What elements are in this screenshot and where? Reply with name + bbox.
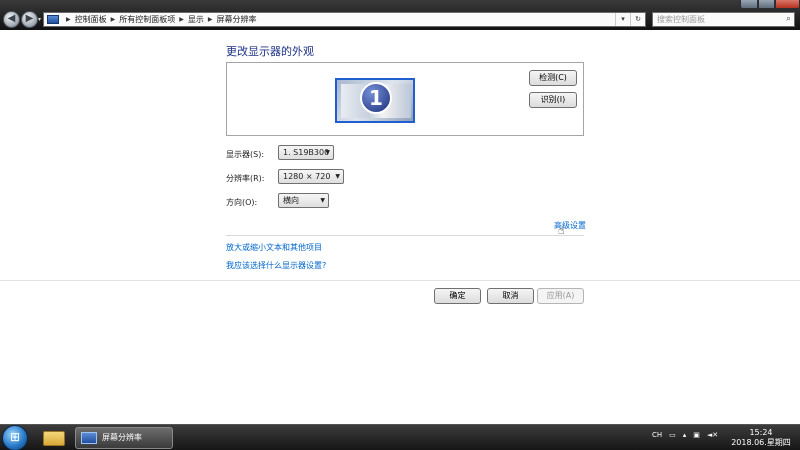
page-title: 更改显示器的外观	[226, 45, 314, 58]
close-button[interactable]	[775, 0, 800, 9]
divider	[0, 280, 800, 281]
monitor-number-badge: 1	[360, 82, 392, 114]
chevron-right-icon[interactable]: ▶	[66, 16, 71, 23]
task-label: 屏幕分辨率	[102, 433, 142, 442]
folder-icon	[43, 431, 65, 446]
keyboard-icon[interactable]: ▭	[669, 431, 676, 439]
display-label: 显示器(S):	[226, 150, 265, 159]
resolution-select-value: 1280 × 720	[283, 172, 331, 181]
clock[interactable]: 15:24 2018.06.星期四	[730, 428, 792, 448]
orientation-select-value: 横向	[283, 196, 299, 205]
resolution-select[interactable]: 1280 × 720 ▼	[278, 169, 344, 184]
language-indicator[interactable]: CH	[652, 431, 662, 439]
clock-date: 2018.06.星期四	[731, 438, 791, 447]
control-panel-icon	[47, 15, 59, 24]
text-size-link[interactable]: 放大或缩小文本和其他项目	[226, 242, 322, 253]
control-panel-icon	[81, 432, 97, 444]
search-icon[interactable]: ⌕	[786, 13, 791, 26]
arrow-left-icon: ◀	[7, 13, 16, 24]
breadcrumb-display[interactable]: 显示	[188, 14, 204, 25]
windows-logo-icon: ⊞	[9, 430, 21, 444]
display-select-value: 1. S19B300	[283, 148, 330, 157]
orientation-label: 方向(O):	[226, 198, 258, 207]
back-button[interactable]: ◀	[3, 11, 20, 28]
chevron-down-icon: ▼	[320, 197, 325, 204]
forward-button[interactable]: ▶	[21, 11, 38, 28]
taskbar: ⊞ 屏幕分辨率 CH ▭ ▴ ▣ ◄✕ 15:24 2018.06.星期四	[0, 424, 800, 450]
clock-time: 15:24	[749, 428, 773, 437]
start-button[interactable]: ⊞	[2, 425, 28, 450]
window-titlebar: ◀ ▶ ▾ ▶ 控制面板 ▶ 所有控制面板项 ▶ 显示 ▶ 屏幕分辨率 ▾ ↻ …	[0, 0, 800, 30]
identify-button[interactable]: 识别(I)	[529, 92, 577, 108]
ok-button[interactable]: 确定	[434, 288, 481, 304]
display-select[interactable]: 1. S19B300 ▼	[278, 145, 334, 160]
chevron-down-icon: ▼	[335, 173, 340, 180]
address-dropdown-icon[interactable]: ▾	[615, 13, 630, 26]
monitor-1-thumbnail[interactable]: 1	[335, 78, 415, 123]
chevron-right-icon[interactable]: ▶	[179, 16, 184, 23]
chevron-right-icon[interactable]: ▶	[111, 16, 116, 23]
taskbar-task-screen-resolution[interactable]: 屏幕分辨率	[75, 427, 173, 449]
volume-muted-icon[interactable]: ◄✕	[707, 431, 718, 439]
which-settings-link[interactable]: 我应该选择什么显示器设置?	[226, 260, 326, 271]
network-icon[interactable]: ▣	[693, 431, 700, 439]
orientation-select[interactable]: 横向 ▼	[278, 193, 329, 208]
taskbar-explorer-button[interactable]	[40, 427, 68, 449]
arrow-right-icon: ▶	[25, 13, 34, 24]
cancel-button[interactable]: 取消	[487, 288, 534, 304]
detect-button[interactable]: 检测(C)	[529, 70, 577, 86]
resolution-label: 分辨率(R):	[226, 174, 265, 183]
refresh-icon[interactable]: ↻	[630, 13, 645, 26]
chevron-down-icon: ▼	[325, 149, 330, 156]
breadcrumb-screen-resolution[interactable]: 屏幕分辨率	[217, 14, 257, 25]
recent-pages-dropdown[interactable]: ▾	[38, 16, 41, 23]
maximize-button[interactable]	[758, 0, 775, 9]
apply-button[interactable]: 应用(A)	[537, 288, 584, 304]
address-bar[interactable]: ▶ 控制面板 ▶ 所有控制面板项 ▶ 显示 ▶ 屏幕分辨率 ▾ ↻	[43, 12, 646, 27]
search-input[interactable]: 搜索控制面板 ⌕	[652, 12, 795, 27]
system-tray: CH ▭ ▴ ▣ ◄✕	[652, 431, 718, 439]
divider	[226, 235, 584, 236]
show-hidden-icons[interactable]: ▴	[683, 431, 687, 439]
search-placeholder: 搜索控制面板	[657, 15, 705, 24]
breadcrumb-control-panel[interactable]: 控制面板	[75, 14, 107, 25]
minimize-button[interactable]	[740, 0, 758, 9]
breadcrumb-all-items[interactable]: 所有控制面板项	[119, 14, 175, 25]
chevron-right-icon[interactable]: ▶	[208, 16, 213, 23]
